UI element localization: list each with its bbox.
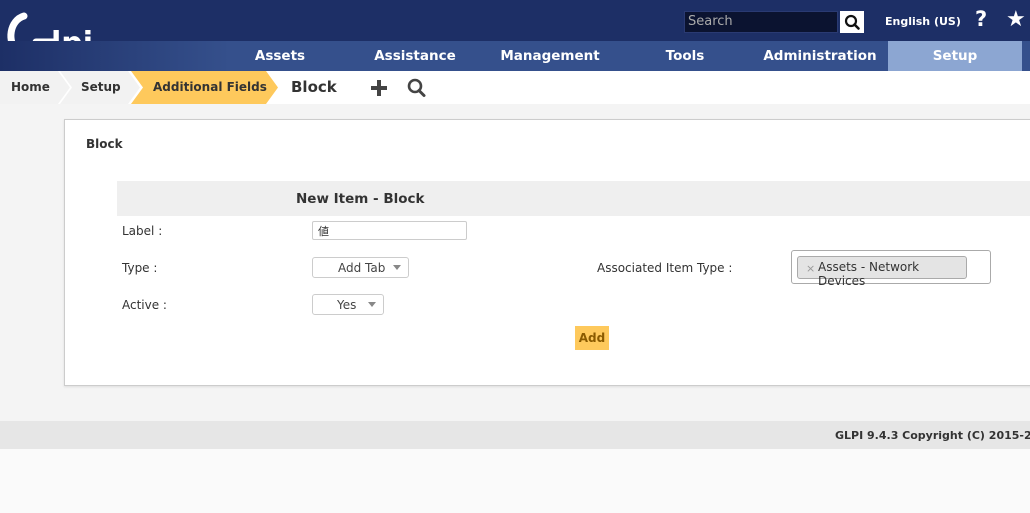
menu-item-administration[interactable]: Administration bbox=[752, 41, 888, 71]
menu-item-management[interactable]: Management bbox=[492, 41, 608, 71]
search-icon[interactable] bbox=[406, 78, 428, 98]
remove-tag-icon[interactable]: × bbox=[806, 262, 815, 275]
main-menu: Assets Assistance Management Tools Admin… bbox=[0, 41, 1030, 71]
breadcrumb-setup[interactable]: Setup bbox=[81, 71, 121, 104]
selected-tag: × Assets - Network Devices bbox=[797, 256, 967, 288]
footer: GLPI 9.4.3 Copyright (C) 2015-2019 bbox=[0, 421, 1030, 449]
search-icon bbox=[844, 14, 860, 30]
search-input[interactable]: Search bbox=[684, 11, 838, 33]
breadcrumb: Home Setup Additional Fields Block bbox=[0, 71, 1030, 104]
breadcrumb-additional-fields[interactable]: Additional Fields bbox=[153, 71, 267, 104]
chevron-down-icon bbox=[368, 302, 376, 307]
help-icon[interactable]: ? bbox=[975, 7, 987, 31]
chevron-down-icon bbox=[393, 265, 401, 270]
associated-item-type-label: Associated Item Type : bbox=[597, 261, 733, 275]
menu-item-setup[interactable]: Setup bbox=[888, 41, 1022, 71]
type-field-label: Type : bbox=[122, 261, 158, 275]
header: lpi Search English (US) ? ★ Assets Assis… bbox=[0, 0, 1030, 71]
label-input[interactable]: 値 bbox=[312, 221, 467, 240]
associated-item-type-select[interactable]: × Assets - Network Devices bbox=[791, 250, 991, 288]
label-field-label: Label : bbox=[122, 224, 163, 238]
active-select[interactable]: Yes bbox=[312, 294, 384, 315]
type-select[interactable]: Add Tab bbox=[312, 257, 409, 278]
star-icon[interactable]: ★ bbox=[1006, 7, 1026, 32]
breadcrumb-home[interactable]: Home bbox=[11, 71, 50, 104]
menu-item-tools[interactable]: Tools bbox=[645, 41, 725, 71]
menu-item-assets[interactable]: Assets bbox=[232, 41, 328, 71]
breadcrumb-current: Block bbox=[291, 78, 337, 96]
selected-tag-label: Assets - Network Devices bbox=[818, 260, 920, 288]
footer-copyright[interactable]: GLPI 9.4.3 Copyright (C) 2015-2019 bbox=[835, 429, 1030, 442]
language-selector[interactable]: English (US) bbox=[885, 15, 961, 28]
active-field-label: Active : bbox=[122, 298, 167, 312]
search-button[interactable] bbox=[840, 11, 864, 33]
active-select-value: Yes bbox=[337, 298, 357, 312]
form-title: New Item - Block bbox=[296, 191, 425, 207]
form-panel: Block New Item - Block Label : 値 Type : … bbox=[64, 119, 1030, 386]
menu-item-assistance[interactable]: Assistance bbox=[360, 41, 470, 71]
form-header: New Item - Block bbox=[117, 181, 1030, 216]
plus-icon[interactable] bbox=[370, 79, 388, 97]
type-select-value: Add Tab bbox=[338, 261, 386, 275]
page-bottom bbox=[0, 449, 1030, 513]
panel-title: Block bbox=[86, 137, 123, 151]
add-button[interactable]: Add bbox=[575, 326, 609, 350]
